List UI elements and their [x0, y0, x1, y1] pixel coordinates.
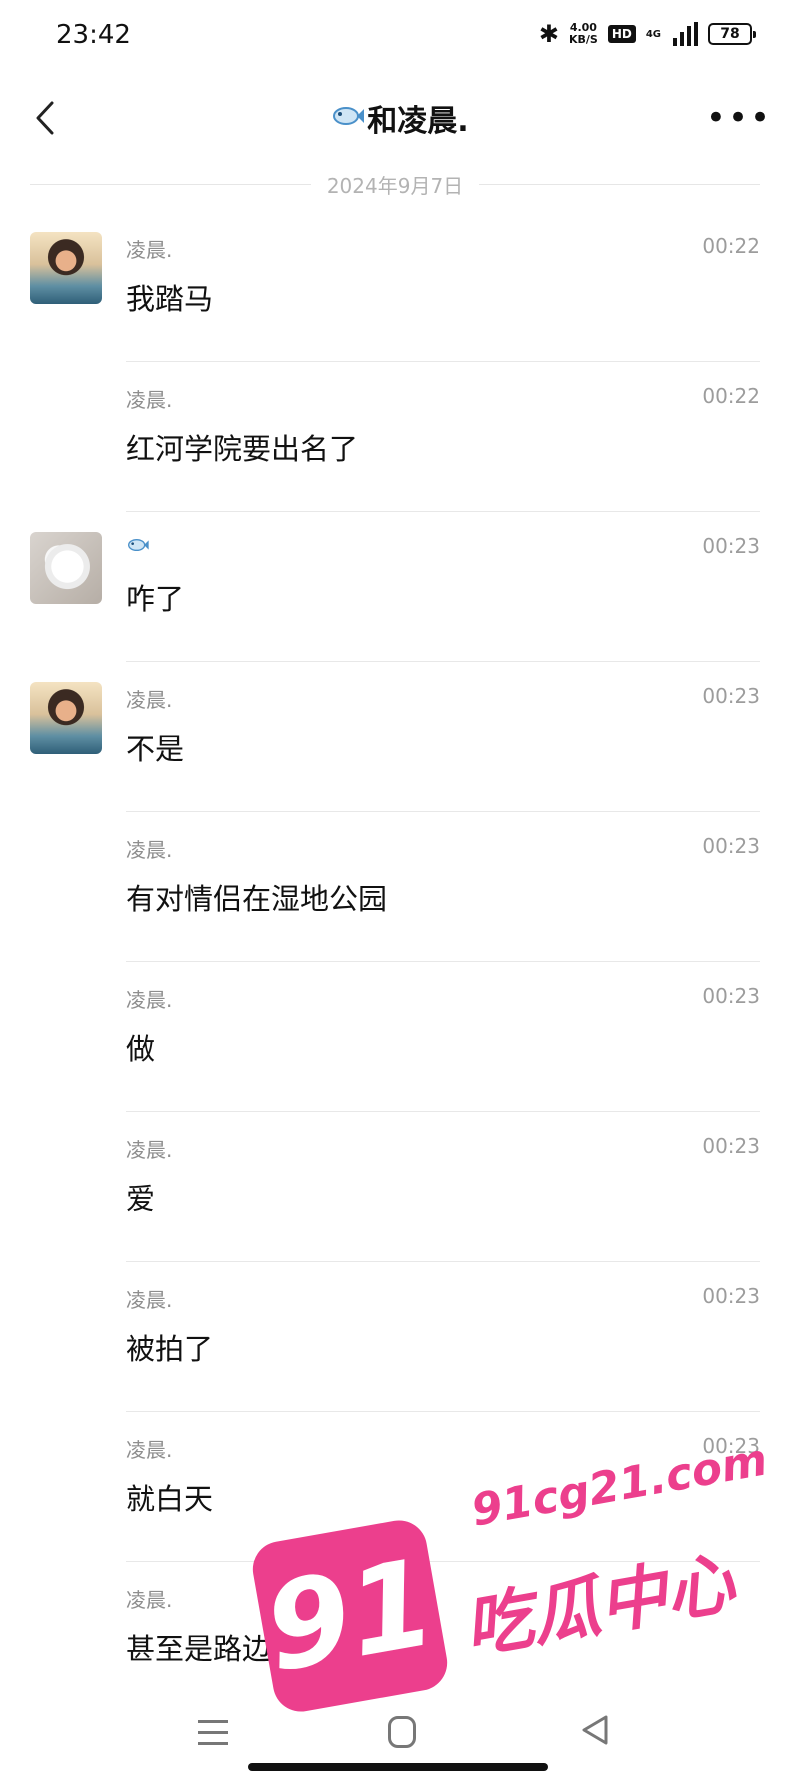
message-time: 00:23: [702, 534, 760, 558]
network-speed: 4.00 KB/S: [569, 22, 598, 46]
divider-line: [479, 183, 761, 185]
sender-name: 凌晨.: [126, 838, 173, 862]
message-item: 凌晨. 00:23 被拍了: [0, 1262, 800, 1412]
message-time: 00:22: [702, 384, 760, 408]
message-text[interactable]: 就白天: [126, 1476, 213, 1518]
avatar[interactable]: [30, 532, 102, 604]
message-text[interactable]: 做: [126, 1026, 155, 1068]
battery-icon: 78: [708, 23, 756, 45]
divider-line: [30, 183, 311, 185]
sender-name: 凌晨.: [126, 1588, 173, 1612]
chat-title-text: 和凌晨.: [367, 104, 469, 139]
date-label: 2024年9月7日: [326, 173, 464, 198]
avatar[interactable]: [30, 682, 102, 754]
signal-type: 4G: [645, 28, 661, 40]
sender-name: [126, 534, 150, 558]
recent-apps-button[interactable]: [198, 1720, 228, 1746]
home-indicator[interactable]: [248, 1763, 548, 1771]
message-text[interactable]: 咋了: [126, 576, 184, 618]
date-divider: 2024年9月7日: [30, 172, 761, 198]
battery-level: 78: [720, 26, 740, 42]
home-button[interactable]: [388, 1716, 416, 1748]
message-text[interactable]: 不是: [126, 726, 184, 768]
more-icon: •••: [705, 98, 773, 138]
message-item: 凌晨. 00:23 做: [0, 962, 800, 1112]
message-item: 凌晨. 00:22 红河学院要出名了: [0, 362, 800, 512]
status-bar: 23:42 ✱ 4.00 KB/S HD 4G 78: [0, 0, 800, 70]
message-item: 凌晨. 00:23 爱: [0, 1112, 800, 1262]
watermark-logo: 91: [248, 1516, 452, 1716]
sender-name: 凌晨.: [126, 1438, 173, 1462]
bluetooth-icon: ✱: [538, 20, 559, 48]
more-options-button[interactable]: •••: [706, 98, 770, 138]
message-text[interactable]: 爱: [126, 1176, 155, 1218]
sender-name: 凌晨.: [126, 988, 173, 1012]
message-time: 00:23: [702, 1284, 760, 1308]
message-text[interactable]: 我踏马: [126, 276, 213, 318]
sender-name: 凌晨.: [126, 688, 173, 712]
chat-screen: 23:42 ✱ 4.00 KB/S HD 4G 78 和凌晨. ••• 2024…: [0, 0, 800, 1778]
nav-back-button[interactable]: [580, 1714, 610, 1750]
message-text[interactable]: 红河学院要出名了: [126, 426, 358, 468]
sender-name: 凌晨.: [126, 388, 173, 412]
sender-name: 凌晨.: [126, 238, 173, 262]
network-speed-unit: KB/S: [568, 33, 598, 46]
message-time: 00:22: [702, 234, 760, 258]
message-item: 凌晨. 00:23 不是: [0, 662, 800, 812]
status-time: 23:42: [56, 20, 131, 50]
message-text[interactable]: 被拍了: [126, 1326, 213, 1368]
sender-name: 凌晨.: [126, 1288, 173, 1312]
fish-icon: [128, 539, 149, 551]
signal-icon: [673, 22, 698, 46]
message-item: 00:23 咋了: [0, 512, 800, 662]
message-time: 00:23: [702, 1134, 760, 1158]
watermark-number: 91: [255, 1533, 445, 1699]
sender-name: 凌晨.: [126, 1138, 173, 1162]
message-item: 凌晨. 00:23 有对情侣在湿地公园: [0, 812, 800, 962]
chat-title[interactable]: 和凌晨.: [0, 96, 800, 140]
message-time: 00:23: [702, 984, 760, 1008]
message-item: 凌晨. 00:22 我踏马: [0, 212, 800, 362]
message-time: 00:23: [702, 684, 760, 708]
triangle-back-icon: [582, 1715, 608, 1745]
message-text[interactable]: 有对情侣在湿地公园: [126, 876, 387, 918]
status-icons: ✱ 4.00 KB/S HD 4G 78: [538, 20, 756, 48]
chat-header: 和凌晨. •••: [0, 70, 800, 170]
hd-icon: HD: [607, 25, 636, 43]
avatar[interactable]: [30, 232, 102, 304]
message-time: 00:23: [702, 834, 760, 858]
fish-icon: [331, 104, 365, 132]
